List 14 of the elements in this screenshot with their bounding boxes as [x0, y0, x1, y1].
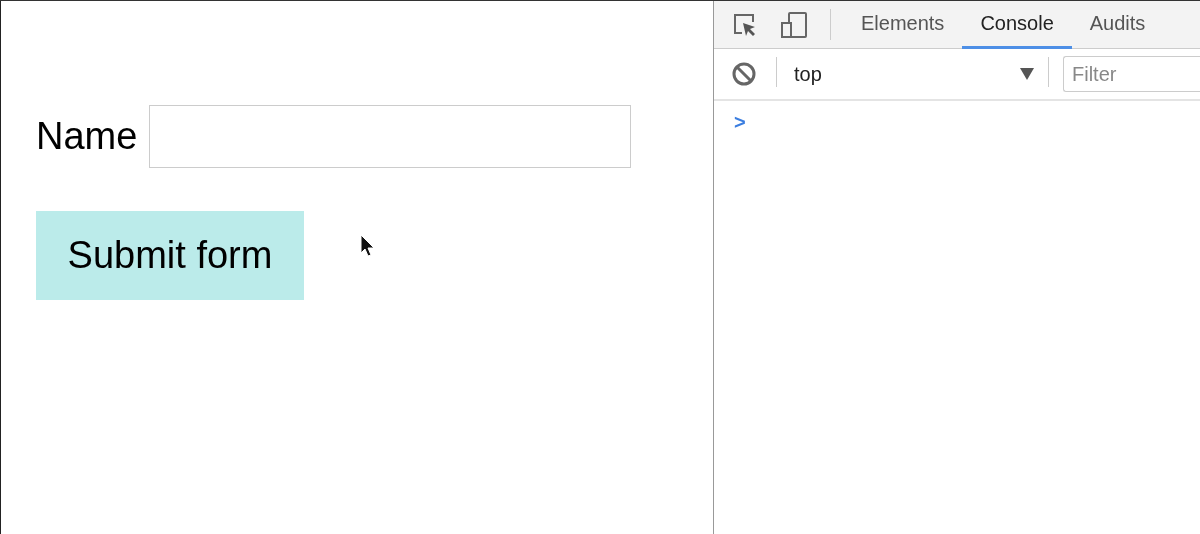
- devtools-tab[interactable]: Audits: [1071, 1, 1164, 49]
- dropdown-arrow-icon: [1020, 68, 1034, 80]
- name-input-field[interactable]: [149, 105, 632, 168]
- console-prompt: >: [734, 111, 746, 133]
- submit-button[interactable]: Submit form: [36, 211, 304, 300]
- name-label: Name: [36, 115, 138, 158]
- clear-console-icon[interactable]: [732, 62, 756, 86]
- devtools-tab[interactable]: Console: [962, 1, 1072, 49]
- inspect-icon[interactable]: [732, 11, 758, 38]
- device-icon[interactable]: [780, 10, 808, 39]
- context-select[interactable]: top: [777, 62, 1048, 86]
- mouse-pointer-icon: [360, 234, 376, 258]
- devtools-tab[interactable]: Elements: [843, 1, 963, 49]
- filter-field[interactable]: Filter: [1063, 56, 1200, 92]
